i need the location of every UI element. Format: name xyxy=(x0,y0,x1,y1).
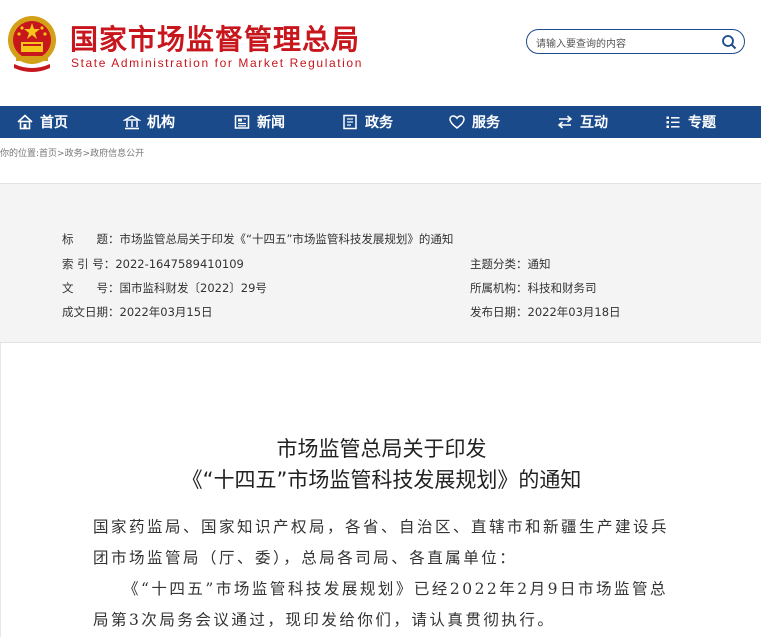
nav-label: 政务 xyxy=(365,115,393,131)
nav-label: 首页 xyxy=(40,115,68,131)
info-created-value: 2022年03月15日 xyxy=(119,305,213,319)
heart-icon xyxy=(449,115,465,129)
document-info-box: 标 题：市场监管总局关于印发《“十四五”市场监管科技发展规划》的通知 索 引 号… xyxy=(0,183,761,343)
paragraph-line: 局第3次局务会议通过，现印发给你们，请认真贯彻执行。 xyxy=(93,611,556,629)
site-title[interactable]: 国家市场监督管理总局 xyxy=(70,18,360,58)
main-nav: 首页 机构 新闻 政务 服务 互动 专题 xyxy=(0,106,761,138)
info-docno-label: 文 号： xyxy=(62,281,120,295)
info-docno-row: 文 号：国市监科财发〔2022〕29号 xyxy=(62,280,267,296)
home-icon xyxy=(17,114,33,130)
info-docno-value: 国市监科财发〔2022〕29号 xyxy=(119,281,267,295)
nav-item-topics[interactable]: 专题 xyxy=(664,106,716,138)
info-org-value: 科技和财务司 xyxy=(527,281,597,295)
nav-label: 新闻 xyxy=(257,115,285,131)
search-box[interactable]: 请输入要查询的内容 xyxy=(526,29,745,54)
info-title-row: 标 题：市场监管总局关于印发《“十四五”市场监管科技发展规划》的通知 xyxy=(62,231,453,247)
info-org-row: 所属机构：科技和财务司 xyxy=(470,280,597,296)
nav-item-institutions[interactable]: 机构 xyxy=(123,106,175,138)
info-index-label: 索 引 号： xyxy=(62,257,116,271)
paragraph-line: 《“十四五”市场监管科技发展规划》已经2022年2月9日市场监管总 xyxy=(123,580,669,598)
info-published-row: 发布日期：2022年03月18日 xyxy=(470,304,621,320)
site-subtitle: State Administration for Market Regulati… xyxy=(71,56,363,70)
search-icon[interactable] xyxy=(721,34,737,50)
nav-item-interaction[interactable]: 互动 xyxy=(556,106,608,138)
nav-item-services[interactable]: 服务 xyxy=(448,106,500,138)
info-topic-label: 主题分类： xyxy=(470,257,528,271)
national-emblem-icon[interactable] xyxy=(6,14,58,72)
info-org-label: 所属机构： xyxy=(470,281,528,295)
info-created-label: 成文日期： xyxy=(62,305,120,319)
info-topic-value: 通知 xyxy=(527,257,551,271)
info-title-label: 标 题： xyxy=(62,232,120,246)
info-published-value: 2022年03月18日 xyxy=(527,305,621,319)
nav-label: 互动 xyxy=(580,115,608,131)
site-header: 国家市场监督管理总局 State Administration for Mark… xyxy=(0,0,761,106)
paragraph-line: 国家药监局、国家知识产权局，各省、自治区、直辖市和新疆生产建设兵 xyxy=(93,518,670,536)
list-icon xyxy=(666,116,680,128)
article-title-line1: 市场监管总局关于印发 xyxy=(276,437,487,461)
breadcrumb[interactable]: 你的位置:首页>政务>政府信息公开 xyxy=(0,146,144,159)
nav-label: 服务 xyxy=(472,115,500,131)
info-title-value: 市场监管总局关于印发《“十四五”市场监管科技发展规划》的通知 xyxy=(119,232,454,246)
nav-item-government[interactable]: 政务 xyxy=(341,106,393,138)
info-index-value: 2022-1647589410109 xyxy=(115,257,244,271)
nav-item-news[interactable]: 新闻 xyxy=(233,106,285,138)
search-input[interactable]: 请输入要查询的内容 xyxy=(536,35,626,50)
document-icon xyxy=(343,114,357,130)
nav-label: 机构 xyxy=(147,115,175,131)
exchange-icon xyxy=(557,115,573,129)
nav-label: 专题 xyxy=(688,115,716,131)
paragraph-line: 团市场监管局（厅、委），总局各司局、各直属单位： xyxy=(93,549,518,567)
info-created-row: 成文日期：2022年03月15日 xyxy=(62,304,213,320)
nav-item-home[interactable]: 首页 xyxy=(16,106,68,138)
info-index-row: 索 引 号：2022-1647589410109 xyxy=(62,256,244,272)
newspaper-icon xyxy=(234,115,250,129)
article-body: 市场监管总局关于印发 《“十四五”市场监管科技发展规划》的通知 国家药监局、国家… xyxy=(0,343,761,637)
info-published-label: 发布日期： xyxy=(470,305,528,319)
building-icon xyxy=(123,115,141,130)
info-topic-row: 主题分类：通知 xyxy=(470,256,551,272)
article-title-line2: 《“十四五”市场监管科技发展规划》的通知 xyxy=(181,468,582,492)
